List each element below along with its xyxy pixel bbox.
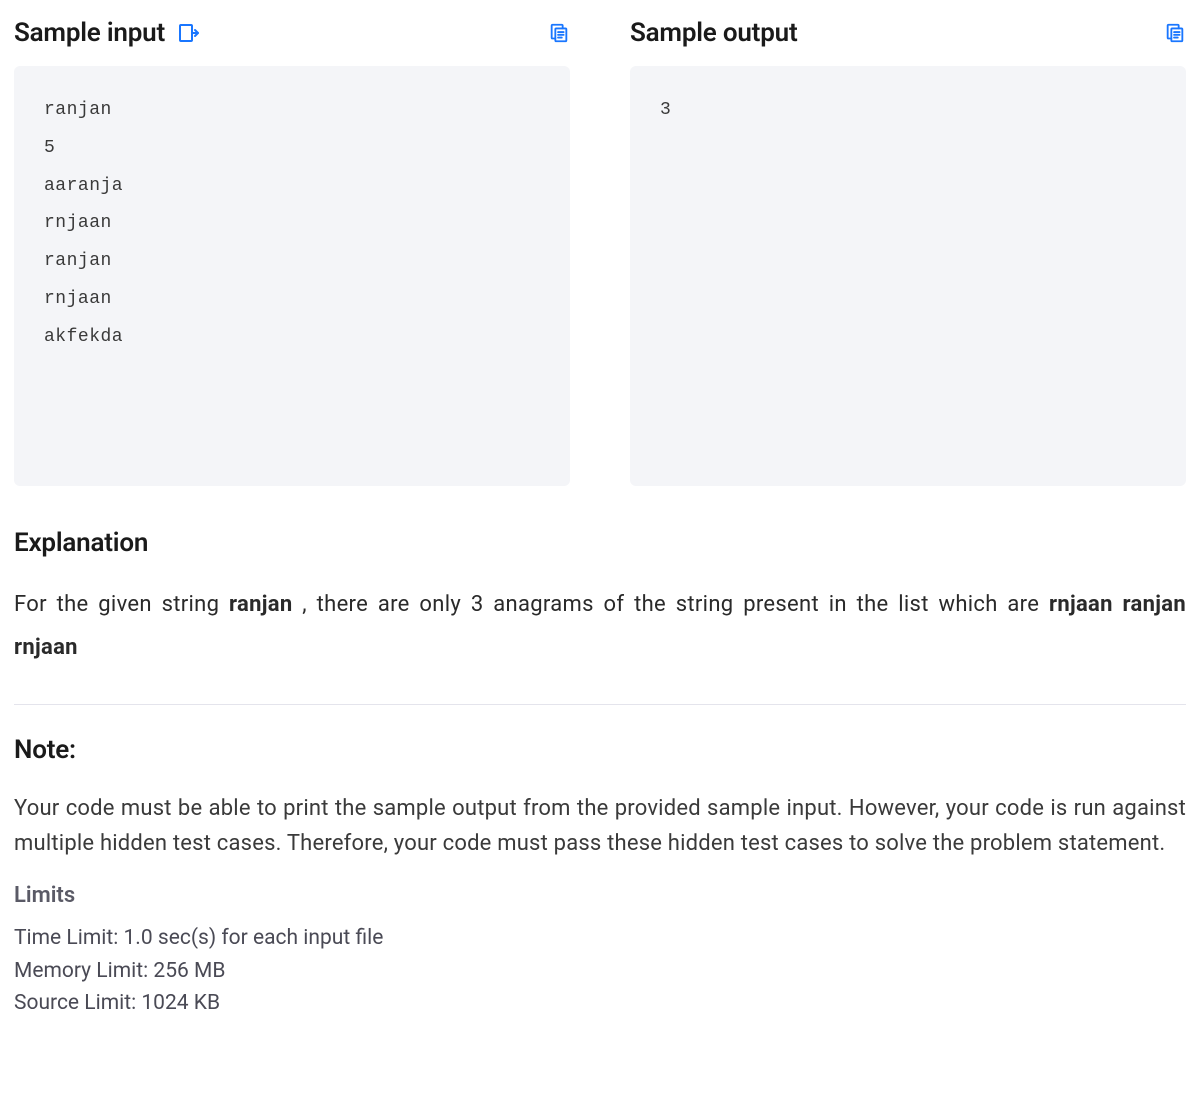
limits-source: Source Limit: 1024 KB	[14, 987, 1186, 1020]
note-heading: Note:	[14, 735, 1186, 765]
copy-output-icon[interactable]	[1164, 22, 1186, 44]
explanation-mid: , there are only 3 anagrams of the strin…	[292, 592, 1049, 617]
sample-input-header: Sample input	[14, 18, 570, 48]
section-divider	[14, 704, 1186, 705]
sample-output-header: Sample output	[630, 18, 1186, 48]
sample-output-title: Sample output	[630, 18, 797, 48]
sample-input-code: ranjan 5 aaranja rnjaan ranjan rnjaan ak…	[14, 66, 570, 486]
sample-input-column: Sample input ranja	[14, 18, 570, 486]
limits-heading: Limits	[14, 883, 1186, 908]
explanation-target: ranjan	[229, 592, 292, 617]
explanation-text: For the given string ranjan , there are …	[14, 584, 1186, 670]
explanation-lead: For the given string	[14, 592, 229, 617]
sample-io-row: Sample input ranja	[14, 18, 1186, 486]
copy-input-icon[interactable]	[548, 22, 570, 44]
limits-block: Time Limit: 1.0 sec(s) for each input fi…	[14, 922, 1186, 1020]
limits-time: Time Limit: 1.0 sec(s) for each input fi…	[14, 922, 1186, 955]
sample-input-title: Sample input	[14, 18, 165, 48]
run-icon[interactable]	[177, 21, 201, 45]
note-body: Your code must be able to print the samp…	[14, 791, 1186, 861]
limits-memory: Memory Limit: 256 MB	[14, 955, 1186, 988]
explanation-heading: Explanation	[14, 528, 1186, 558]
sample-output-column: Sample output 3	[630, 18, 1186, 486]
sample-input-title-wrap: Sample input	[14, 18, 201, 48]
sample-output-code: 3	[630, 66, 1186, 486]
sample-output-title-wrap: Sample output	[630, 18, 797, 48]
